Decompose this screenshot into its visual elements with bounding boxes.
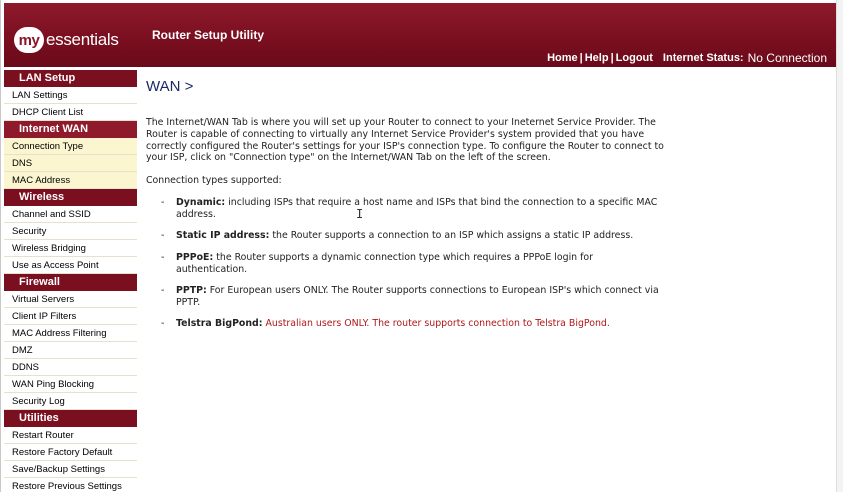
browser-frame: my essentials Router Setup Utility Home … <box>0 0 843 492</box>
sidebar-item-restore-previous-settings[interactable]: Restore Previous Settings <box>4 478 137 492</box>
logout-link[interactable]: Logout <box>616 52 653 64</box>
sidebar-item-mac-address-filtering[interactable]: MAC Address Filtering <box>4 325 137 342</box>
sidebar-section-internet-wan[interactable]: Internet WAN <box>4 121 137 138</box>
home-link[interactable]: Home <box>547 52 578 64</box>
sidebar-item-dmz[interactable]: DMZ <box>4 342 137 359</box>
logo-my: my <box>14 27 44 53</box>
sidebar-item-lan-settings[interactable]: LAN Settings <box>4 87 137 104</box>
internet-status-label: Internet Status: <box>662 52 744 64</box>
type-description: including ISPs that require a host name … <box>176 197 658 220</box>
sidebar-section-firewall[interactable]: Firewall <box>4 274 137 291</box>
type-description: Australian users ONLY. The router suppor… <box>265 318 610 330</box>
type-description: the Router supports a connection to an I… <box>272 230 634 242</box>
sidebar-item-wan-ping-blocking[interactable]: WAN Ping Blocking <box>4 376 137 393</box>
type-name: Static IP address: <box>176 230 270 242</box>
sidebar-item-wireless-bridging[interactable]: Wireless Bridging <box>4 240 137 257</box>
type-name: PPPoE: <box>176 251 214 263</box>
sidebar-item-channel-and-ssid[interactable]: Channel and SSID <box>4 206 137 223</box>
app-title: Router Setup Utility <box>152 28 265 42</box>
sidebar-item-connection-type[interactable]: Connection Type <box>4 138 137 155</box>
sidebar-item-restart-router[interactable]: Restart Router <box>4 427 137 444</box>
sidebar-section-lan-setup[interactable]: LAN Setup <box>4 70 137 87</box>
sidebar-item-security-log[interactable]: Security Log <box>4 393 137 410</box>
list-item: - PPTP: For European users ONLY. The Rout… <box>146 285 666 309</box>
text-cursor-icon: I <box>356 207 364 221</box>
sidebar-item-use-as-access-point[interactable]: Use as Access Point <box>4 257 137 274</box>
sidebar-nav: LAN Setup LAN Settings DHCP Client List … <box>4 70 137 492</box>
list-item: - Static IP address: the Router supports … <box>146 230 666 242</box>
list-item: - Dynamic: including ISPs that require a … <box>146 197 666 221</box>
sidebar-item-client-ip-filters[interactable]: Client IP Filters <box>4 308 137 325</box>
bullet-dash: - <box>161 284 165 296</box>
top-links: Home | Help | Logout Internet Status: No… <box>547 51 827 65</box>
connection-types-list: - Dynamic: including ISPs that require a … <box>146 197 826 330</box>
type-description: For European users ONLY. The Router supp… <box>176 284 659 308</box>
type-name: Telstra BigPond: <box>176 318 263 330</box>
sidebar-item-save-backup-settings[interactable]: Save/Backup Settings <box>4 461 137 478</box>
link-separator: | <box>610 52 614 64</box>
scrollbar[interactable] <box>836 0 843 492</box>
page-title: WAN > <box>146 78 194 95</box>
main-content: WAN > The Internet/WAN Tab is where you … <box>146 78 826 340</box>
bullet-dash: - <box>161 197 165 209</box>
header-banner: my essentials Router Setup Utility Home … <box>4 3 837 67</box>
intro-paragraph: The Internet/WAN Tab is where you will s… <box>146 117 664 164</box>
sidebar-item-restore-factory-default[interactable]: Restore Factory Default <box>4 444 137 461</box>
link-separator: | <box>579 52 583 64</box>
bullet-dash: - <box>161 230 165 242</box>
sidebar-section-wireless[interactable]: Wireless <box>4 189 137 206</box>
bullet-dash: - <box>161 251 165 263</box>
logo-essentials: essentials <box>46 30 119 49</box>
sidebar-section-utilities[interactable]: Utilities <box>4 410 137 427</box>
sidebar-item-dhcp-client-list[interactable]: DHCP Client List <box>4 104 137 121</box>
sidebar-item-mac-address[interactable]: MAC Address <box>4 172 137 189</box>
list-item: - Telstra BigPond: Australian users ONLY.… <box>146 318 666 330</box>
connection-types-heading: Connection types supported: <box>146 175 282 187</box>
list-item: - PPPoE: the Router supports a dynamic co… <box>146 252 666 276</box>
help-link[interactable]: Help <box>585 52 609 64</box>
sidebar-item-ddns[interactable]: DDNS <box>4 359 137 376</box>
type-name: Dynamic: <box>176 197 226 209</box>
internet-status-value: No Connection <box>747 51 827 65</box>
sidebar-item-virtual-servers[interactable]: Virtual Servers <box>4 291 137 308</box>
sidebar-item-dns[interactable]: DNS <box>4 155 137 172</box>
logo: my essentials <box>14 27 119 53</box>
type-name: PPTP: <box>176 284 207 296</box>
bullet-dash: - <box>161 318 165 330</box>
type-description: the Router supports a dynamic connection… <box>176 251 593 275</box>
sidebar-item-security[interactable]: Security <box>4 223 137 240</box>
